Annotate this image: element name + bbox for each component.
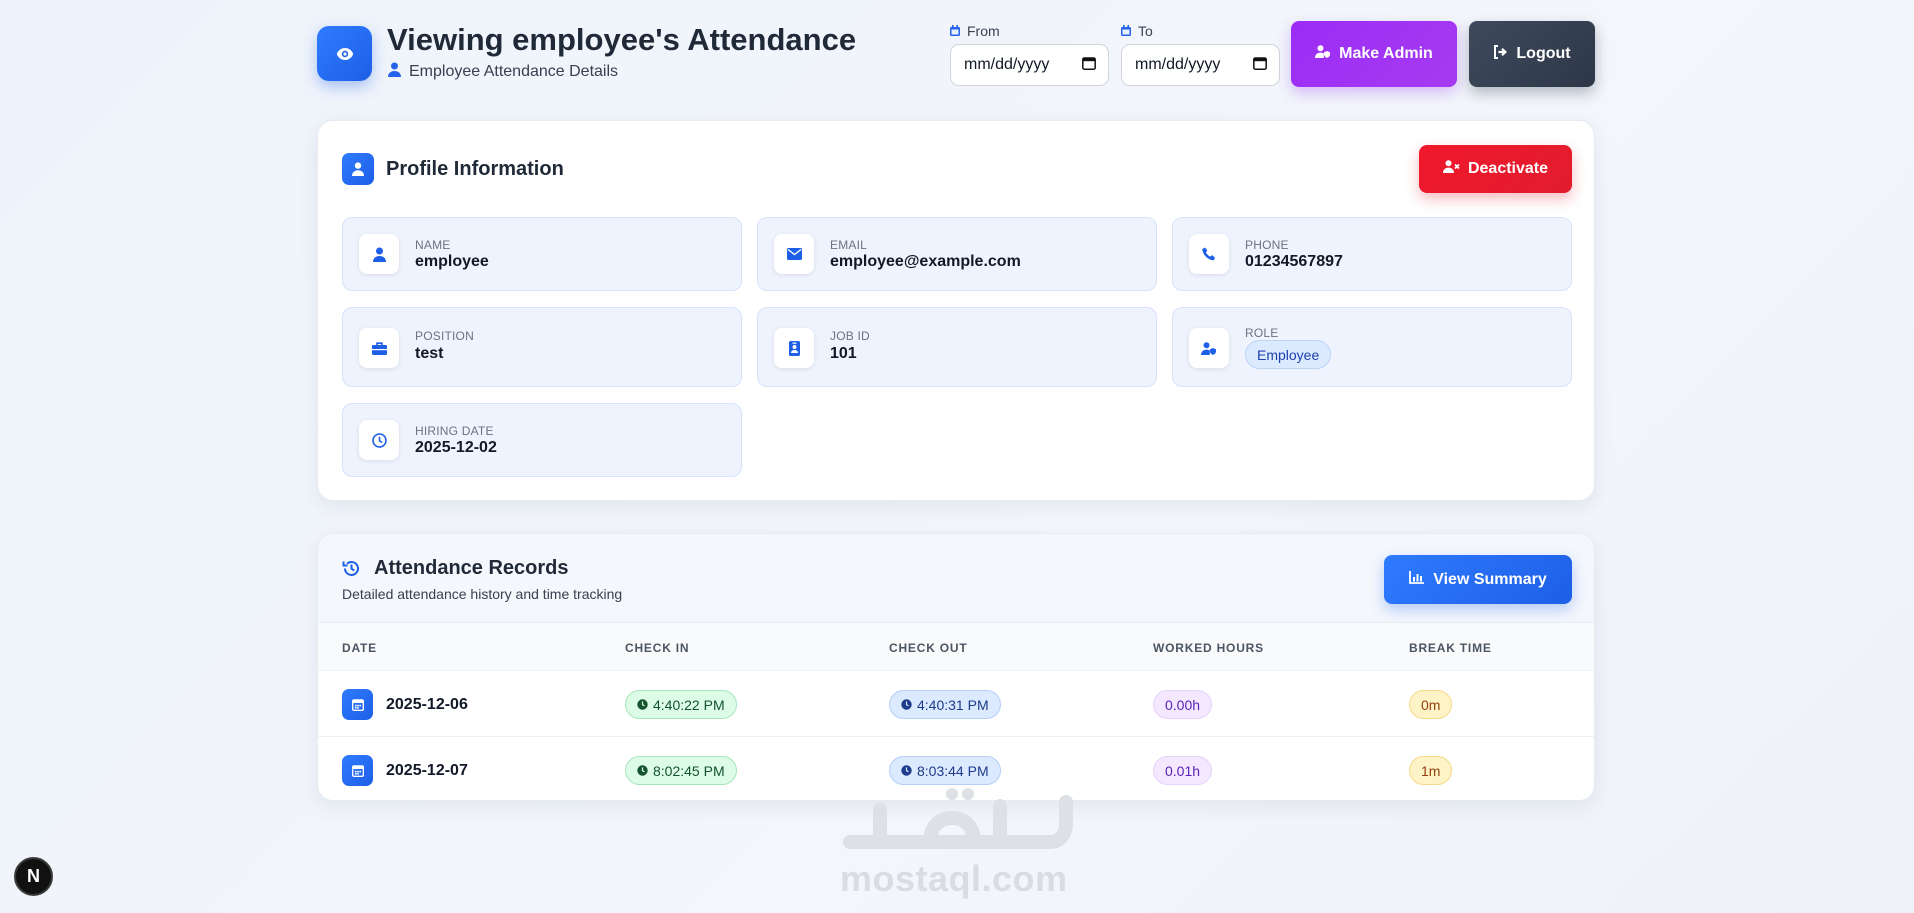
- user-shield-icon: [1315, 45, 1331, 63]
- column-header-worked-hours: WORKED HOURS: [1153, 641, 1264, 655]
- user-shield-icon: [1189, 328, 1229, 368]
- role-badge: Employee: [1245, 340, 1332, 369]
- clock-icon: [637, 763, 648, 779]
- eye-icon: [317, 26, 372, 81]
- info-value: 101: [830, 345, 857, 362]
- info-email: EMAIL employee@example.com: [757, 217, 1157, 291]
- info-position: POSITION test: [342, 307, 742, 387]
- profile-card: Profile Information Deactivate NAME empl…: [317, 120, 1595, 501]
- user-icon: [342, 153, 374, 185]
- profile-section-title: Profile Information: [386, 158, 564, 180]
- user-icon: [388, 62, 401, 82]
- clock-icon: [637, 697, 648, 713]
- info-label: HIRING DATE: [415, 424, 494, 438]
- from-date-input[interactable]: mm/dd/yyyy: [950, 44, 1109, 86]
- info-label: JOB ID: [830, 329, 870, 343]
- attendance-header: Attendance Records Detailed attendance h…: [318, 534, 1594, 623]
- info-label: POSITION: [415, 329, 474, 343]
- deactivate-button[interactable]: Deactivate: [1419, 145, 1572, 193]
- break-time-badge: 0m: [1409, 690, 1453, 719]
- check-in-badge: 8:02:45 PM: [625, 756, 737, 785]
- chart-bar-icon: [1409, 570, 1425, 589]
- info-hiring-date: HIRING DATE 2025-12-02: [342, 403, 742, 477]
- phone-icon: [1189, 234, 1229, 274]
- view-summary-button[interactable]: View Summary: [1384, 555, 1572, 604]
- info-role: ROLE Employee: [1172, 307, 1572, 387]
- info-label: ROLE: [1245, 326, 1279, 340]
- logout-button[interactable]: Logout: [1469, 21, 1595, 87]
- make-admin-button[interactable]: Make Admin: [1291, 21, 1457, 87]
- calendar-picker-icon[interactable]: [1082, 56, 1096, 75]
- envelope-icon: [774, 234, 814, 274]
- info-label: NAME: [415, 238, 451, 252]
- info-phone: PHONE 01234567897: [1172, 217, 1572, 291]
- clock-icon: [901, 697, 912, 713]
- info-value: 2025-12-02: [415, 439, 497, 456]
- info-value: 01234567897: [1245, 253, 1343, 270]
- attendance-title: Attendance Records: [374, 557, 569, 579]
- calendar-icon: [342, 689, 373, 720]
- check-out-badge: 4:40:31 PM: [889, 690, 1001, 719]
- watermark-text: mostaql.com: [840, 858, 1068, 899]
- page-title: Viewing employee's Attendance: [387, 22, 857, 57]
- column-header-date: DATE: [342, 641, 377, 655]
- dev-tools-badge[interactable]: N: [14, 857, 53, 896]
- info-label: PHONE: [1245, 238, 1289, 252]
- column-header-check-out: CHECK OUT: [889, 641, 968, 655]
- to-date-input[interactable]: mm/dd/yyyy: [1121, 44, 1280, 86]
- watermark-logo: [843, 788, 1073, 849]
- subtitle-text: Employee Attendance Details: [409, 63, 619, 80]
- from-date-group: From mm/dd/yyyy: [950, 22, 1109, 86]
- table-header: DATE CHECK IN CHECK OUT WORKED HOURS BRE…: [318, 623, 1594, 671]
- info-value: test: [415, 345, 444, 362]
- info-job-id: JOB ID 101: [757, 307, 1157, 387]
- to-label: To: [1121, 22, 1280, 40]
- calendar-picker-icon[interactable]: [1253, 56, 1267, 75]
- table-row: 2025-12-06 4:40:22 PM 4:40:31 PM 0.00h 0…: [318, 671, 1594, 736]
- history-icon: [342, 559, 361, 583]
- clock-icon: [359, 420, 399, 460]
- attendance-subtitle: Detailed attendance history and time tra…: [342, 586, 623, 602]
- user-x-icon: [1442, 160, 1460, 178]
- info-name: NAME employee: [342, 217, 742, 291]
- info-value: employee: [415, 253, 489, 270]
- column-header-check-in: CHECK IN: [625, 641, 690, 655]
- worked-hours-badge: 0.00h: [1153, 690, 1213, 719]
- calendar-icon: [342, 755, 373, 786]
- row-date: 2025-12-06: [386, 696, 468, 713]
- info-value: employee@example.com: [830, 253, 1021, 270]
- calendar-icon: [1121, 23, 1131, 39]
- calendar-icon: [950, 23, 960, 39]
- attendance-card: Attendance Records Detailed attendance h…: [317, 533, 1595, 801]
- page-subtitle: Employee Attendance Details: [388, 62, 618, 82]
- id-badge-icon: [774, 328, 814, 368]
- page-header: Viewing employee's Attendance Employee A…: [317, 0, 1595, 110]
- break-time-badge: 1m: [1409, 756, 1453, 785]
- column-header-break-time: BREAK TIME: [1409, 641, 1492, 655]
- row-date: 2025-12-07: [386, 762, 468, 779]
- info-label: EMAIL: [830, 238, 868, 252]
- user-icon: [359, 234, 399, 274]
- clock-icon: [901, 763, 912, 779]
- check-in-badge: 4:40:22 PM: [625, 690, 737, 719]
- worked-hours-badge: 0.01h: [1153, 756, 1213, 785]
- briefcase-icon: [359, 328, 399, 368]
- to-date-group: To mm/dd/yyyy: [1121, 22, 1280, 86]
- sign-out-icon: [1493, 44, 1508, 64]
- from-label: From: [950, 22, 1109, 40]
